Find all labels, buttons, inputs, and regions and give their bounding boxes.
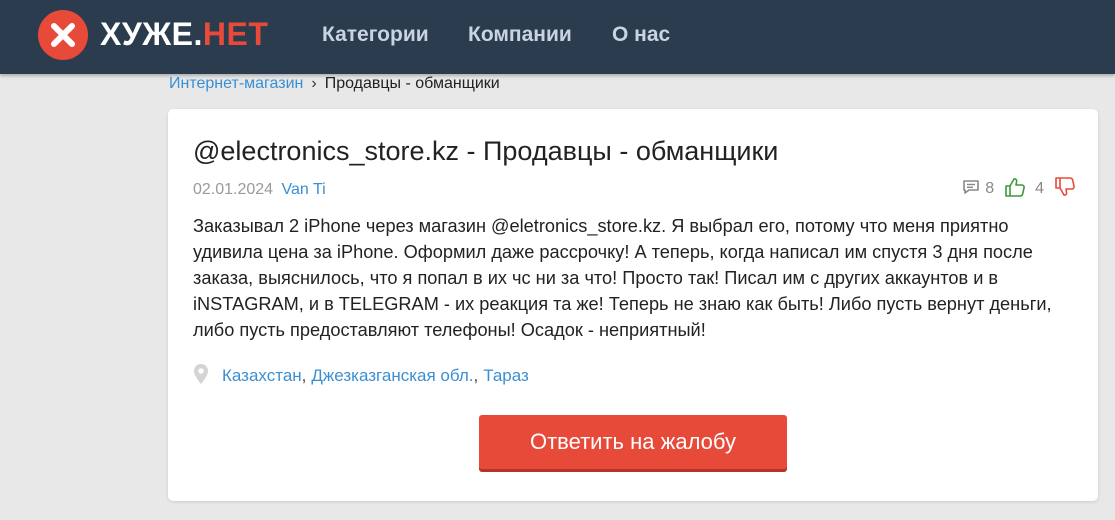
location-separator: , bbox=[301, 366, 307, 385]
location-country-link[interactable]: Казахстан bbox=[222, 366, 302, 386]
complaint-title: @electronics_store.kz - Продавцы - обман… bbox=[193, 136, 779, 166]
nav-categories[interactable]: Категории bbox=[322, 22, 429, 48]
comment-icon[interactable] bbox=[962, 179, 980, 200]
breadcrumb-separator: › bbox=[311, 75, 317, 92]
location-separator: , bbox=[473, 366, 479, 385]
nav-about[interactable]: О нас bbox=[612, 22, 670, 48]
author-link[interactable]: Van Ti bbox=[282, 181, 326, 198]
complaint-meta: 02.01.2024 Van Ti bbox=[193, 180, 326, 200]
top-navigation-bar: ХУЖЕ.НЕТ Категории Компании О нас bbox=[0, 0, 1115, 74]
logo-text-part1: ХУЖЕ. bbox=[100, 16, 203, 52]
breadcrumb-current: Продавцы - обманщики bbox=[324, 75, 500, 92]
breadcrumb: Интернет-магазин › Продавцы - обманщики bbox=[169, 75, 500, 93]
breadcrumb-link-online-store[interactable]: Интернет-магазин bbox=[169, 75, 303, 92]
complaint-stats: 8 4 bbox=[962, 175, 1076, 203]
comments-count: 8 bbox=[985, 180, 995, 197]
complaint-date: 02.01.2024 bbox=[193, 181, 274, 198]
complaint-location: Казахстан, Джезказганская обл., Тараз bbox=[193, 363, 529, 390]
likes-count: 4 bbox=[1035, 180, 1044, 197]
complaint-card: @electronics_store.kz - Продавцы - обман… bbox=[168, 109, 1098, 501]
complaint-body: Заказывал 2 iPhone через магазин @eletro… bbox=[193, 216, 1052, 340]
reply-to-complaint-button[interactable]: Ответить на жалобу bbox=[479, 415, 787, 469]
logo-text-part2: НЕТ bbox=[202, 16, 269, 52]
location-city-link[interactable]: Тараз bbox=[483, 366, 529, 386]
site-logo[interactable]: ХУЖЕ.НЕТ bbox=[100, 14, 268, 54]
map-pin-icon bbox=[193, 363, 209, 390]
location-region-link[interactable]: Джезказганская обл. bbox=[311, 366, 473, 386]
nav-companies[interactable]: Компании bbox=[468, 22, 572, 48]
thumbs-down-icon[interactable] bbox=[1054, 176, 1076, 203]
thumbs-up-icon[interactable] bbox=[1004, 176, 1026, 203]
logo-x-icon[interactable] bbox=[38, 10, 88, 60]
